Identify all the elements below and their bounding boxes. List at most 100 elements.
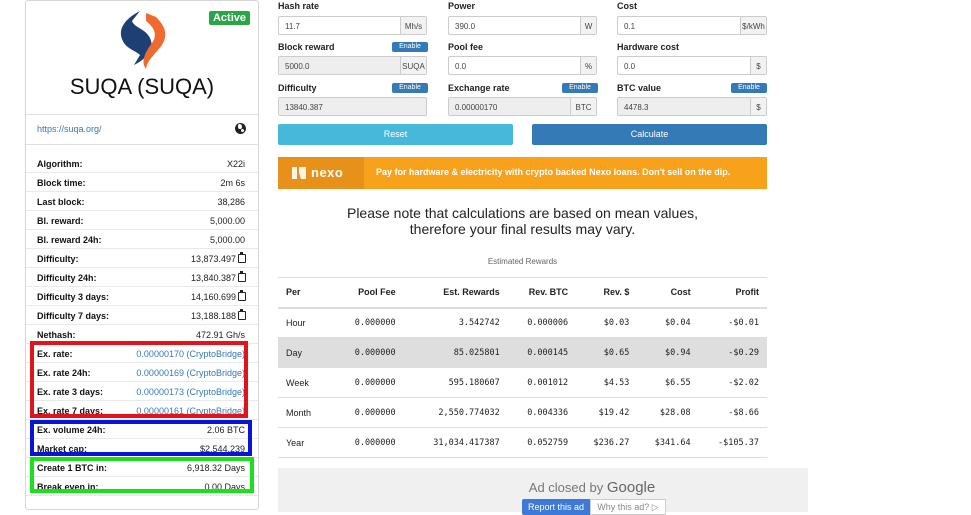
stat-last-block: Last block: 38,286 <box>26 192 258 211</box>
block-reward-input[interactable]: 5000.0 SUQA <box>278 56 427 75</box>
hashrate-input[interactable]: 11.7 Mh/s <box>278 16 427 35</box>
cell: 0.000000 <box>335 337 404 368</box>
annotation-box-blue <box>30 420 252 456</box>
coin-name: SUQA (SUQA) <box>69 74 215 99</box>
pool-fee-input[interactable]: 0.0 % <box>448 56 597 75</box>
btc-value-enable-button[interactable]: Enable <box>731 83 767 93</box>
exchange-rate-value: 0.00000170 <box>449 98 570 115</box>
coin-website-link[interactable]: https://suqa.org/ <box>37 124 102 134</box>
globe-icon[interactable] <box>235 123 246 134</box>
difficulty-enable-button[interactable]: Enable <box>392 83 428 93</box>
nexo-mark-icon <box>292 167 306 179</box>
cell: -$0.29 <box>698 337 767 368</box>
cell: $19.42 <box>576 397 638 428</box>
exchange-rate-label: Exchange rate <box>448 83 510 93</box>
cell: $0.04 <box>637 307 699 338</box>
power-value[interactable]: 390.0 <box>449 17 580 34</box>
nexo-banner[interactable]: nexo Pay for hardware & electricity with… <box>278 157 767 189</box>
btc-value-unit: $ <box>750 98 766 115</box>
reset-button[interactable]: Reset <box>278 124 513 145</box>
cell: 85.025801 <box>403 337 508 368</box>
cell: 0.000000 <box>335 367 404 398</box>
cell: 0.000000 <box>335 427 404 458</box>
exchange-rate-input[interactable]: 0.00000170 BTC <box>448 97 597 116</box>
cell: $341.64 <box>637 427 699 458</box>
cell: $0.03 <box>576 307 638 338</box>
btc-value-label: BTC value <box>617 83 662 93</box>
calculate-button[interactable]: Calculate <box>532 124 767 145</box>
stat-value: 14,160.699 <box>190 292 236 302</box>
cell: Day <box>278 337 336 368</box>
power-input[interactable]: 390.0 W <box>448 16 597 35</box>
cell: -$8.66 <box>698 397 767 428</box>
hashrate-value[interactable]: 11.7 <box>279 17 400 34</box>
header-profit: Profit <box>698 277 767 309</box>
cell: $236.27 <box>576 427 638 458</box>
stat-value: 2m 6s <box>220 178 245 188</box>
exchange-rate-enable-button[interactable]: Enable <box>562 83 598 93</box>
annotation-box-red <box>30 341 248 418</box>
stat-block-time: Block time: 2m 6s <box>26 173 258 192</box>
hardware-cost-label: Hardware cost <box>617 42 680 52</box>
difficulty-input[interactable]: 13840.387 <box>278 97 427 116</box>
cell: -$105.37 <box>698 427 767 458</box>
stat-block-reward: Bl. reward: 5,000.00 <box>26 211 258 230</box>
stat-label: Nethash: <box>37 330 76 340</box>
cost-value[interactable]: 0.1 <box>618 17 740 34</box>
cell: $0.94 <box>637 337 699 368</box>
cell: 0.004336 <box>507 397 577 428</box>
cell: 0.000000 <box>335 307 404 338</box>
cost-input[interactable]: 0.1 $/kWh <box>617 16 767 35</box>
difficulty-label: Difficulty <box>278 83 317 93</box>
stat-value: 472.91 Gh/s <box>195 330 245 340</box>
header-per: Per <box>278 277 336 309</box>
stat-value: 38,286 <box>217 197 245 207</box>
stat-label: Bl. reward: <box>37 216 84 226</box>
stat-label: Algorithm: <box>37 159 83 169</box>
stat-label: Bl. reward 24h: <box>37 235 102 245</box>
ad-container: Ad closed by Google Report this ad Why t… <box>278 468 808 515</box>
cell: $4.53 <box>576 367 638 398</box>
logo-area: SUQA (SUQA) Active <box>26 1 258 115</box>
clipboard-icon[interactable] <box>238 252 246 263</box>
clipboard-icon[interactable] <box>238 290 246 301</box>
btc-value-input[interactable]: 4478.3 $ <box>617 97 767 116</box>
hardware-cost-input[interactable]: 0.0 $ <box>617 56 767 75</box>
why-this-ad-button[interactable]: Why this ad? ▷ <box>590 499 666 515</box>
cost-label: Cost <box>617 1 637 11</box>
stat-label: Last block: <box>37 197 85 207</box>
hardware-cost-unit: $ <box>750 57 766 74</box>
cell: 31,034.417387 <box>403 427 508 458</box>
block-reward-enable-button[interactable]: Enable <box>392 42 428 52</box>
stat-value: X22i <box>226 159 245 169</box>
cell: 595.180607 <box>403 367 508 398</box>
header-pool-fee: Pool Fee <box>335 277 404 309</box>
annotation-box-green <box>30 457 254 493</box>
cell: $28.08 <box>637 397 699 428</box>
rewards-table: Per Pool Fee Est. Rewards Rev. BTC Rev. … <box>278 277 767 458</box>
cell: $0.65 <box>576 337 638 368</box>
stat-label: Block time: <box>37 178 86 188</box>
pool-fee-value[interactable]: 0.0 <box>449 57 580 74</box>
calculation-note: Please note that calculations are based … <box>278 205 767 237</box>
stat-value: 13,873.497 <box>190 254 236 264</box>
google-logo: Google <box>606 479 656 496</box>
pool-fee-unit: % <box>580 57 596 74</box>
cell: 0.000006 <box>507 307 577 338</box>
exchange-rate-unit: BTC <box>570 98 596 115</box>
stat-label: Difficulty 7 days: <box>37 311 110 321</box>
block-reward-label: Block reward <box>278 42 335 52</box>
cell: 0.000000 <box>335 397 404 428</box>
table-row: Month 0.000000 2,550.774032 0.004336 $19.42 $… <box>278 397 767 428</box>
report-ad-button[interactable]: Report this ad <box>522 499 590 515</box>
hardware-cost-value[interactable]: 0.0 <box>618 57 750 74</box>
stat-difficulty-7d: Difficulty 7 days: 13,188.188 <box>26 306 258 325</box>
cell: Week <box>278 367 336 398</box>
cell: -$0.01 <box>698 307 767 338</box>
clipboard-icon[interactable] <box>238 309 246 320</box>
header-rev-usd: Rev. $ <box>576 277 638 309</box>
table-row: Year 0.000000 31,034.417387 0.052759 $236.27… <box>278 427 767 458</box>
cell: -$2.02 <box>698 367 767 398</box>
clipboard-icon[interactable] <box>238 271 246 282</box>
header-rev-btc: Rev. BTC <box>507 277 577 309</box>
